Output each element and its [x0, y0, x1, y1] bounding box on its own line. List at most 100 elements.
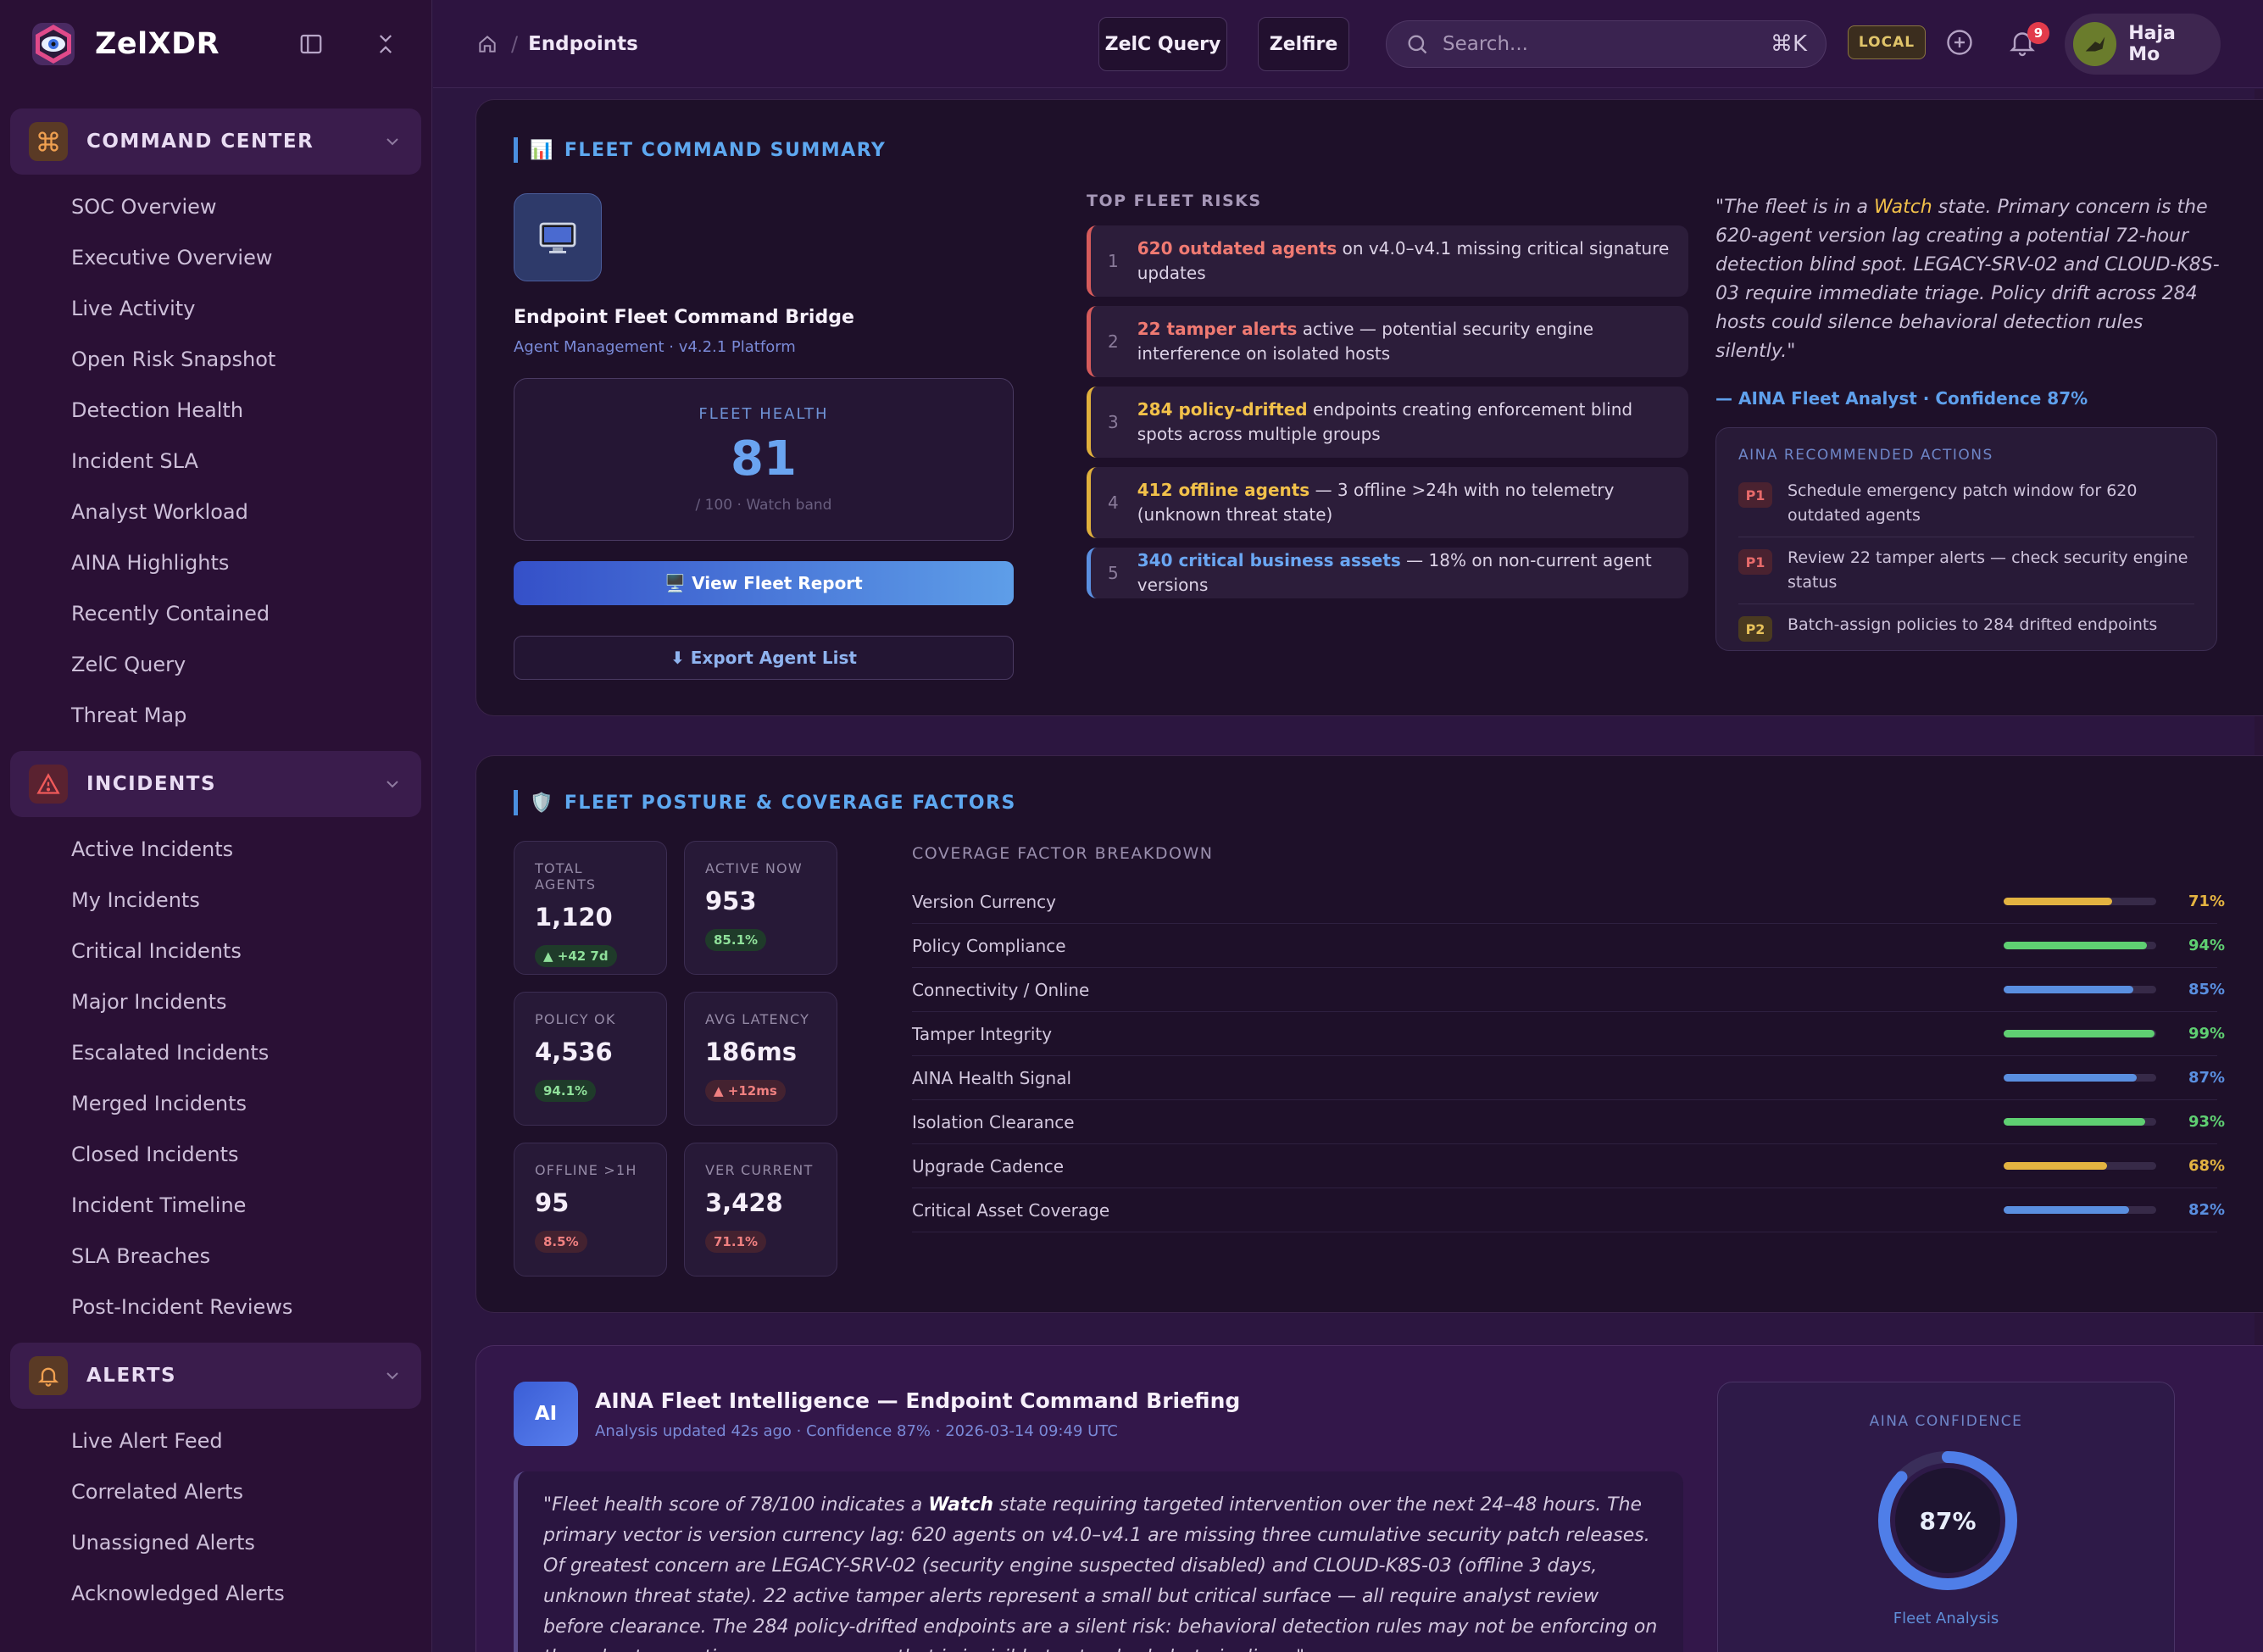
collapse-all-icon[interactable] — [369, 27, 403, 61]
kpi-tile-active-now[interactable]: ACTIVE NOW 953 85.1% — [684, 841, 837, 975]
sidebar-item-active-incidents[interactable]: Active Incidents — [0, 824, 431, 875]
factor-bar — [2004, 1206, 2156, 1214]
sidebar-item-merged-incidents[interactable]: Merged Incidents — [0, 1078, 431, 1129]
kpi-tile-offline[interactable]: OFFLINE >1H 95 8.5% — [514, 1143, 667, 1277]
sidebar-item-live-alert-feed[interactable]: Live Alert Feed — [0, 1416, 431, 1466]
zelfire-button[interactable]: Zelfire — [1258, 17, 1349, 71]
risk-highlight: 284 policy-drifted — [1137, 399, 1308, 420]
briefing-quote: "Fleet health score of 78/100 indicates … — [514, 1471, 1683, 1652]
fleet-bridge-panel: Endpoint Fleet Command Bridge Agent Mana… — [514, 193, 1014, 680]
sidebar-item-critical-incidents[interactable]: Critical Incidents — [0, 926, 431, 976]
home-icon[interactable] — [467, 24, 508, 64]
action-text: Schedule emergency patch window for 620 … — [1788, 481, 2138, 525]
factor-bar — [2004, 1118, 2156, 1126]
sidebar-item-aina-highlights[interactable]: AINA Highlights — [0, 537, 431, 588]
aina-confidence-panel: AINA CONFIDENCE 87% Fleet Analysis — [1717, 1382, 2175, 1652]
factor-name: Tamper Integrity — [912, 1023, 1053, 1044]
nav-section-label: INCIDENTS — [86, 773, 217, 795]
view-fleet-report-button[interactable]: 🖥️ View Fleet Report — [514, 561, 1014, 605]
kpi-value: 186ms — [705, 1037, 798, 1066]
factor-percent: 87% — [2188, 1069, 2226, 1087]
card-title: 🛡️ FLEET POSTURE & COVERAGE FACTORS — [514, 790, 1016, 815]
sidebar-item-zelc-query[interactable]: ZelC Query — [0, 639, 431, 690]
sidebar-item-detection-health[interactable]: Detection Health — [0, 385, 431, 436]
sidebar-item-my-incidents[interactable]: My Incidents — [0, 875, 431, 926]
sidebar-item-threat-map[interactable]: Threat Map — [0, 690, 431, 741]
sidebar-item-executive-overview[interactable]: Executive Overview — [0, 232, 431, 283]
sidebar-item-incident-timeline[interactable]: Incident Timeline — [0, 1180, 431, 1231]
sidebar-item-analyst-workload[interactable]: Analyst Workload — [0, 487, 431, 537]
sidebar-item-sla-breaches[interactable]: SLA Breaches — [0, 1231, 431, 1282]
chevron-down-icon[interactable] — [382, 774, 403, 794]
zelxdr-logo-icon[interactable] — [29, 19, 78, 69]
nav-section-command-center[interactable]: COMMAND CENTER — [10, 108, 421, 175]
sidebar-item-acknowledged-alerts[interactable]: Acknowledged Alerts — [0, 1568, 431, 1619]
factor-percent: 82% — [2188, 1201, 2226, 1219]
risk-highlight: 22 tamper alerts — [1137, 319, 1298, 339]
kpi-tiles: TOTAL AGENTS 1,120 ▲ +42 7d ACTIVE NOW 9… — [514, 841, 837, 1277]
risk-item[interactable]: 3 284 policy-drifted endpoints creating … — [1087, 387, 1688, 458]
factor-name: Isolation Clearance — [912, 1111, 1075, 1132]
sidebar-item-soc-overview[interactable]: SOC Overview — [0, 181, 431, 232]
factor-fill — [2004, 1162, 2108, 1170]
chevron-down-icon[interactable] — [382, 131, 403, 152]
sidebar-item-closed-incidents[interactable]: Closed Incidents — [0, 1129, 431, 1180]
sidebar-item-major-incidents[interactable]: Major Incidents — [0, 976, 431, 1027]
sidebar-toggle-icon[interactable] — [294, 27, 328, 61]
kpi-badge: ▲ +42 7d — [535, 945, 617, 967]
nav-section-label: COMMAND CENTER — [86, 131, 314, 153]
risk-item[interactable]: 2 22 tamper alerts active — potential se… — [1087, 306, 1688, 377]
confidence-footer: Fleet Analysis — [1893, 1610, 1999, 1627]
sidebar-item-open-risk-snapshot[interactable]: Open Risk Snapshot — [0, 334, 431, 385]
sidebar-item-incident-sla[interactable]: Incident SLA — [0, 436, 431, 487]
user-menu[interactable]: Haja Mo — [2065, 14, 2221, 75]
main-content: 📊 FLEET COMMAND SUMMARY Endpoint Fleet C… — [433, 89, 2263, 1652]
factor-name: Connectivity / Online — [912, 979, 1090, 1000]
factor-name: Version Currency — [912, 891, 1057, 912]
nav-section-incidents[interactable]: INCIDENTS — [10, 751, 421, 817]
chart-icon: 📊 — [530, 139, 554, 161]
risk-number: 3 — [1108, 412, 1119, 432]
factor-bar — [2004, 1030, 2156, 1037]
kpi-badge: 8.5% — [535, 1231, 587, 1253]
briefing-quote-part: state requiring targeted intervention ov… — [543, 1494, 1658, 1652]
card-title-text: FLEET COMMAND SUMMARY — [564, 139, 887, 161]
search-bar: ⌘K — [1386, 20, 1827, 68]
kpi-tile-total-agents[interactable]: TOTAL AGENTS 1,120 ▲ +42 7d — [514, 841, 667, 975]
search-input[interactable] — [1443, 33, 1757, 55]
chevron-down-icon[interactable] — [382, 1366, 403, 1386]
sidebar-item-escalated-incidents[interactable]: Escalated Incidents — [0, 1027, 431, 1078]
brand: ZelXDR — [0, 0, 431, 88]
sidebar-item-correlated-alerts[interactable]: Correlated Alerts — [0, 1466, 431, 1517]
risk-item[interactable]: 4 412 offline agents — 3 offline >24h wi… — [1087, 467, 1688, 538]
risk-item[interactable]: 1 620 outdated agents on v4.0–v4.1 missi… — [1087, 225, 1688, 297]
quote-part: "The fleet is in a — [1715, 197, 1875, 218]
add-icon[interactable] — [1944, 27, 1978, 61]
kpi-tile-ver-current[interactable]: VER CURRENT 3,428 71.1% — [684, 1143, 837, 1277]
warning-icon — [29, 765, 68, 804]
action-item[interactable]: P2 Batch-assign policies to 284 drifted … — [1738, 613, 2194, 642]
fleet-command-summary-card: 📊 FLEET COMMAND SUMMARY Endpoint Fleet C… — [475, 99, 2263, 716]
risk-number: 2 — [1108, 331, 1119, 352]
monitor-icon — [514, 193, 602, 281]
risk-text: 284 policy-drifted endpoints creating en… — [1137, 398, 1671, 447]
factor-percent: 99% — [2188, 1025, 2226, 1043]
sidebar-item-recently-contained[interactable]: Recently Contained — [0, 588, 431, 639]
fleet-health-sub: / 100 · Watch band — [695, 497, 832, 514]
kpi-tile-policy-ok[interactable]: POLICY OK 4,536 94.1% — [514, 992, 667, 1126]
export-agent-list-button[interactable]: ⬇ Export Agent List — [514, 636, 1014, 680]
action-item[interactable]: P1 Schedule emergency patch window for 6… — [1738, 479, 2194, 537]
kpi-tile-avg-latency[interactable]: AVG LATENCY 186ms ▲ +12ms — [684, 992, 837, 1126]
factor-percent: 94% — [2188, 937, 2226, 954]
kpi-label: TOTAL AGENTS — [535, 860, 597, 893]
factor-row: Tamper Integrity 99% — [912, 1012, 2226, 1056]
action-item[interactable]: P1 Review 22 tamper alerts — check secur… — [1738, 546, 2194, 604]
factor-row: AINA Health Signal 87% — [912, 1056, 2226, 1100]
sidebar-item-live-activity[interactable]: Live Activity — [0, 283, 431, 334]
sidebar-item-post-incident-reviews[interactable]: Post-Incident Reviews — [0, 1282, 431, 1332]
nav-section-alerts[interactable]: ALERTS — [10, 1343, 421, 1409]
factor-name: Policy Compliance — [912, 935, 1066, 956]
sidebar-item-unassigned-alerts[interactable]: Unassigned Alerts — [0, 1517, 431, 1568]
zelc-query-button[interactable]: ZelC Query — [1098, 17, 1227, 71]
risk-item[interactable]: 5 340 critical business assets — 18% on … — [1087, 548, 1688, 598]
